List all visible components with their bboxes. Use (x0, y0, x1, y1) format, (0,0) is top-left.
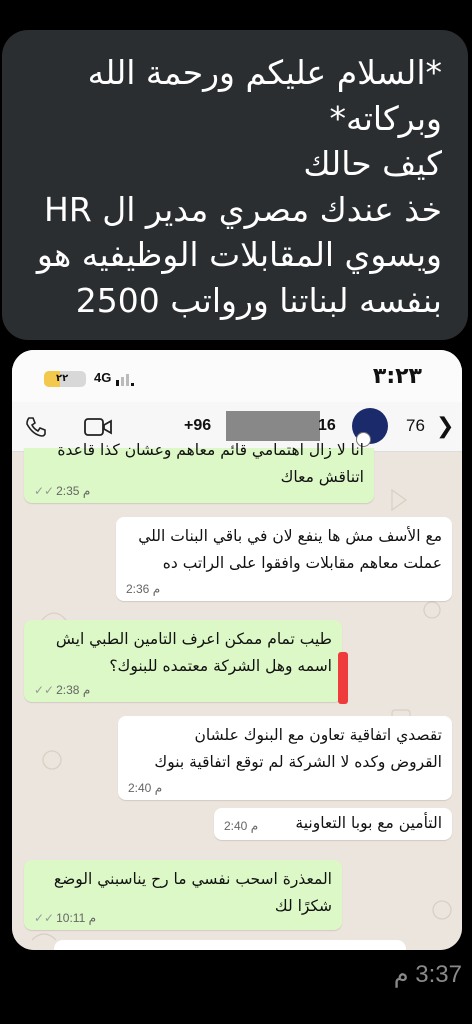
message-line: ويسوي المقابلات الوظيفيه هو (36, 235, 442, 274)
message-outgoing[interactable]: انا لا زال اهتمامي قائم معاهم وعشان كذا … (24, 441, 374, 503)
message-timestamp: 3:37 م (393, 961, 462, 988)
chevron-right-icon[interactable]: ❯ (436, 414, 454, 439)
signal-icon (116, 374, 134, 386)
unread-count: 76 (406, 416, 425, 435)
contact-number[interactable]: +96 (184, 417, 211, 435)
battery-icon: ٢٢ (44, 371, 86, 387)
message-time: ✓✓ 2:35 م (34, 484, 91, 498)
contact-number-end: 16 (318, 417, 336, 434)
message-text: طيب تمام ممكن اعرف التامين الطبي ايش (55, 630, 332, 648)
message-line: وبركاته* (329, 98, 442, 138)
video-icon[interactable] (84, 417, 112, 437)
message-incoming[interactable]: مع الأسف مش ها ينفع لان في باقي البنات ا… (116, 517, 452, 601)
message-outgoing[interactable]: طيب تمام ممكن اعرف التامين الطبي ايش اسم… (24, 620, 342, 702)
message-line: كيف حالك (303, 144, 442, 183)
message-text: عملت معاهم مقابلات وافقوا على الراتب ده (162, 554, 442, 572)
message-incoming[interactable]: التأمين مع بوبا التعاونية 2:40 م (214, 808, 452, 840)
message-bubble[interactable]: *السلام عليكم ورحمة الله وبركاته* كيف حا… (2, 30, 468, 340)
message-line: خذ عندك مصري مدير ال HR (44, 189, 442, 229)
message-time: 2:36 م (126, 582, 161, 596)
message-line: *السلام عليكم ورحمة الله (87, 53, 442, 92)
message-text: مع الأسف مش ها ينفع لان في باقي البنات ا… (138, 527, 442, 545)
red-marker (338, 652, 348, 704)
message-time: 2:40 م (224, 819, 259, 833)
message-input[interactable] (54, 940, 406, 950)
message-time: ✓✓ 10:11 م (34, 911, 97, 925)
message-line: بنفسه لبناتنا ورواتب 2500 (75, 280, 442, 320)
message-text: تقصدي اتفاقية تعاون مع البنوك علشان (194, 726, 443, 744)
status-clock: ٣:٢٣ (372, 364, 422, 389)
message-time: 2:40 م (128, 781, 163, 795)
message-text: المعذرة اسحب نفسي ما رح يناسبني الوضع (53, 870, 332, 888)
message-time: ✓✓ 2:38 م (34, 683, 91, 697)
message-text: اسمه وهل الشركة معتمده للبنوك؟ (109, 657, 332, 675)
message-text: القروض وكده لا الشركة لم توقع اتفاقية بن… (154, 753, 442, 771)
message-text: انا لا زال اهتمامي قائم معاهم وعشان كذا … (57, 441, 364, 459)
message-incoming[interactable]: تقصدي اتفاقية تعاون مع البنوك علشان القر… (118, 716, 452, 800)
message-outgoing[interactable]: المعذرة اسحب نفسي ما رح يناسبني الوضع شك… (24, 860, 342, 930)
status-bar: ٢٢ 4G ٣:٢٣ (12, 350, 462, 402)
network-type: 4G (94, 370, 112, 385)
attached-screenshot[interactable]: ٢٢ 4G ٣:٢٣ +96 16 76 ❯ انا لا زال اهتمام… (12, 350, 462, 950)
phone-icon[interactable] (24, 415, 48, 439)
